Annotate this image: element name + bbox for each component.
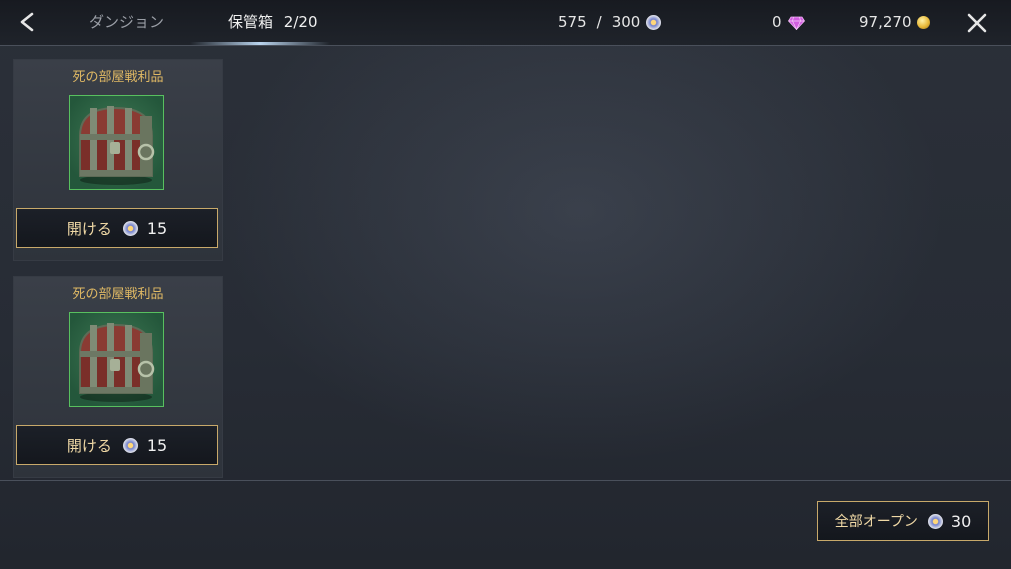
treasure-chest-icon [78, 106, 155, 185]
chest-card: 死の部屋戦利品 開ける 15 [13, 59, 223, 261]
gold-value: 97,270 [859, 13, 912, 31]
orb-coin-icon [927, 513, 943, 529]
open-chest-button[interactable]: 開ける 15 [16, 425, 218, 465]
open-all-cost: 30 [950, 511, 972, 531]
back-button[interactable] [14, 9, 40, 35]
tab-dungeon[interactable]: ダンジョン [89, 0, 164, 45]
open-cost: 15 [146, 218, 168, 238]
close-button[interactable] [964, 10, 990, 36]
tab-storage-label: 保管箱 [228, 13, 274, 31]
treasure-chest-icon [78, 323, 155, 402]
storage-screen: ダンジョン 保管箱 2/20 575 / 300 0 97,270 死の部屋戦利… [0, 0, 1011, 569]
orb-coin-icon [122, 220, 138, 236]
back-arrow-icon [20, 12, 34, 32]
close-icon [967, 13, 987, 33]
open-all-button[interactable]: 全部オープン 30 [817, 501, 989, 541]
open-all-label: 全部オープン [834, 514, 918, 530]
chest-name: 死の部屋戦利品 [72, 287, 164, 302]
chest-slot[interactable] [69, 312, 164, 407]
points-separator: / [596, 13, 602, 31]
open-chest-button[interactable]: 開ける 15 [16, 208, 218, 248]
open-cost: 15 [146, 435, 168, 455]
tab-dungeon-label: ダンジョン [89, 13, 165, 31]
orb-coin-icon [122, 437, 138, 453]
points-current: 575 [558, 13, 587, 31]
points-max: 300 [611, 13, 641, 31]
chest-card: 死の部屋戦利品 開ける 15 [13, 276, 223, 478]
gold-coin-icon [916, 16, 930, 29]
chest-slot[interactable] [69, 95, 164, 190]
diamond-icon [787, 16, 805, 30]
points-display: 575 / 300 [558, 0, 662, 45]
gold-display: 97,270 [859, 0, 930, 45]
gems-value: 0 [772, 13, 782, 31]
footer-divider [0, 480, 1011, 481]
top-bar: ダンジョン 保管箱 2/20 575 / 300 0 97,270 [0, 0, 1011, 46]
open-button-label: 開ける [66, 219, 112, 238]
tab-storage[interactable]: 保管箱 2/20 [228, 0, 317, 45]
gems-display: 0 [772, 0, 805, 45]
orb-coin-icon [646, 15, 662, 30]
active-tab-indicator [190, 42, 330, 45]
chest-name: 死の部屋戦利品 [72, 70, 164, 85]
storage-count: 2/20 [283, 13, 318, 31]
open-button-label: 開ける [66, 436, 112, 455]
